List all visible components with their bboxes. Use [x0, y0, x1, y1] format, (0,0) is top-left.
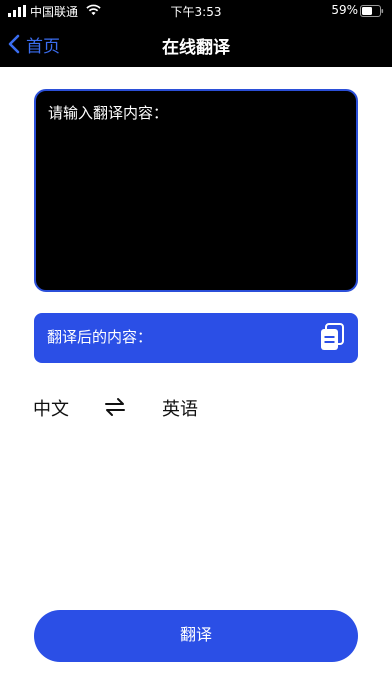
swap-arrows-icon[interactable]	[104, 397, 126, 417]
status-bar: 中国联通 下午3:53 59%	[0, 0, 392, 22]
source-language[interactable]: 中文	[33, 395, 69, 421]
result-label: 翻译后的内容：	[47, 328, 153, 346]
translate-input[interactable]: 请输入翻译内容：	[34, 89, 358, 292]
translate-button[interactable]: 翻译	[34, 610, 358, 662]
target-language[interactable]: 英语	[162, 395, 198, 421]
copy-icon[interactable]	[320, 323, 344, 351]
top-bar: 中国联通 下午3:53 59% 首页 在线翻译	[0, 0, 392, 67]
app-screen: 中国联通 下午3:53 59% 首页 在线翻译 请输入翻译内容： 翻译后的内容：…	[0, 0, 392, 696]
page-title: 在线翻译	[162, 38, 230, 58]
battery-percent: 59%	[331, 3, 358, 17]
battery-icon	[360, 5, 384, 17]
result-bar: 翻译后的内容：	[34, 313, 358, 363]
input-placeholder: 请输入翻译内容：	[48, 104, 169, 122]
navigation-bar: 首页 在线翻译	[0, 22, 392, 67]
language-selector: 中文 英语	[0, 392, 392, 422]
